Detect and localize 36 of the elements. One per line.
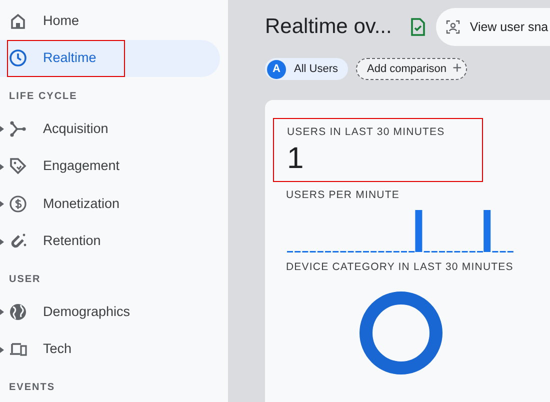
section-heading: LIFE CYCLE	[9, 91, 78, 102]
sidebar-item[interactable]: Demographics	[0, 293, 220, 330]
globe-icon	[9, 302, 27, 321]
expand-arrow-icon[interactable]	[0, 238, 4, 244]
clock-icon	[9, 49, 27, 68]
metric-label: USERS IN LAST 30 MINUTES	[287, 125, 446, 140]
document-check-icon[interactable]	[410, 18, 426, 36]
sidebar-item[interactable]: Realtime	[0, 40, 220, 77]
chart-label: USERS PER MINUTE	[286, 188, 400, 201]
metric-value: 1	[287, 140, 305, 177]
sidebar-item[interactable]: Retention	[0, 222, 220, 260]
sidebar-item[interactable]: Acquisition	[0, 110, 220, 148]
expand-arrow-icon[interactable]	[0, 309, 4, 315]
expand-arrow-icon[interactable]	[0, 164, 4, 170]
segment-chip[interactable]: A All Users	[265, 58, 348, 80]
home-icon	[9, 12, 27, 30]
expand-arrow-icon[interactable]	[0, 126, 4, 132]
add-comparison-button[interactable]: Add comparison +	[356, 58, 467, 80]
section-heading: USER	[9, 274, 41, 285]
dollar-icon	[9, 194, 27, 213]
devices-icon	[9, 340, 27, 358]
segment-letter-badge: A	[267, 60, 286, 78]
expand-arrow-icon[interactable]	[0, 201, 4, 207]
sidebar-item[interactable]: Monetization	[0, 185, 220, 222]
expand-arrow-icon[interactable]	[0, 346, 4, 352]
person-frame-icon	[446, 20, 460, 34]
sidebar-item[interactable]: Tech	[0, 330, 220, 368]
section-heading: EVENTS	[9, 382, 56, 393]
view-user-snapshot-button[interactable]: View user sna	[436, 8, 550, 46]
magnet-icon	[9, 232, 27, 250]
page-title: Realtime ov...	[265, 14, 392, 40]
sidebar-item[interactable]: Home	[0, 2, 220, 40]
tag-icon	[9, 157, 27, 176]
chart-label: DEVICE CATEGORY IN LAST 30 MINUTES	[286, 260, 514, 272]
branch-icon	[9, 120, 27, 138]
sidebar-item[interactable]: Engagement	[0, 148, 220, 185]
